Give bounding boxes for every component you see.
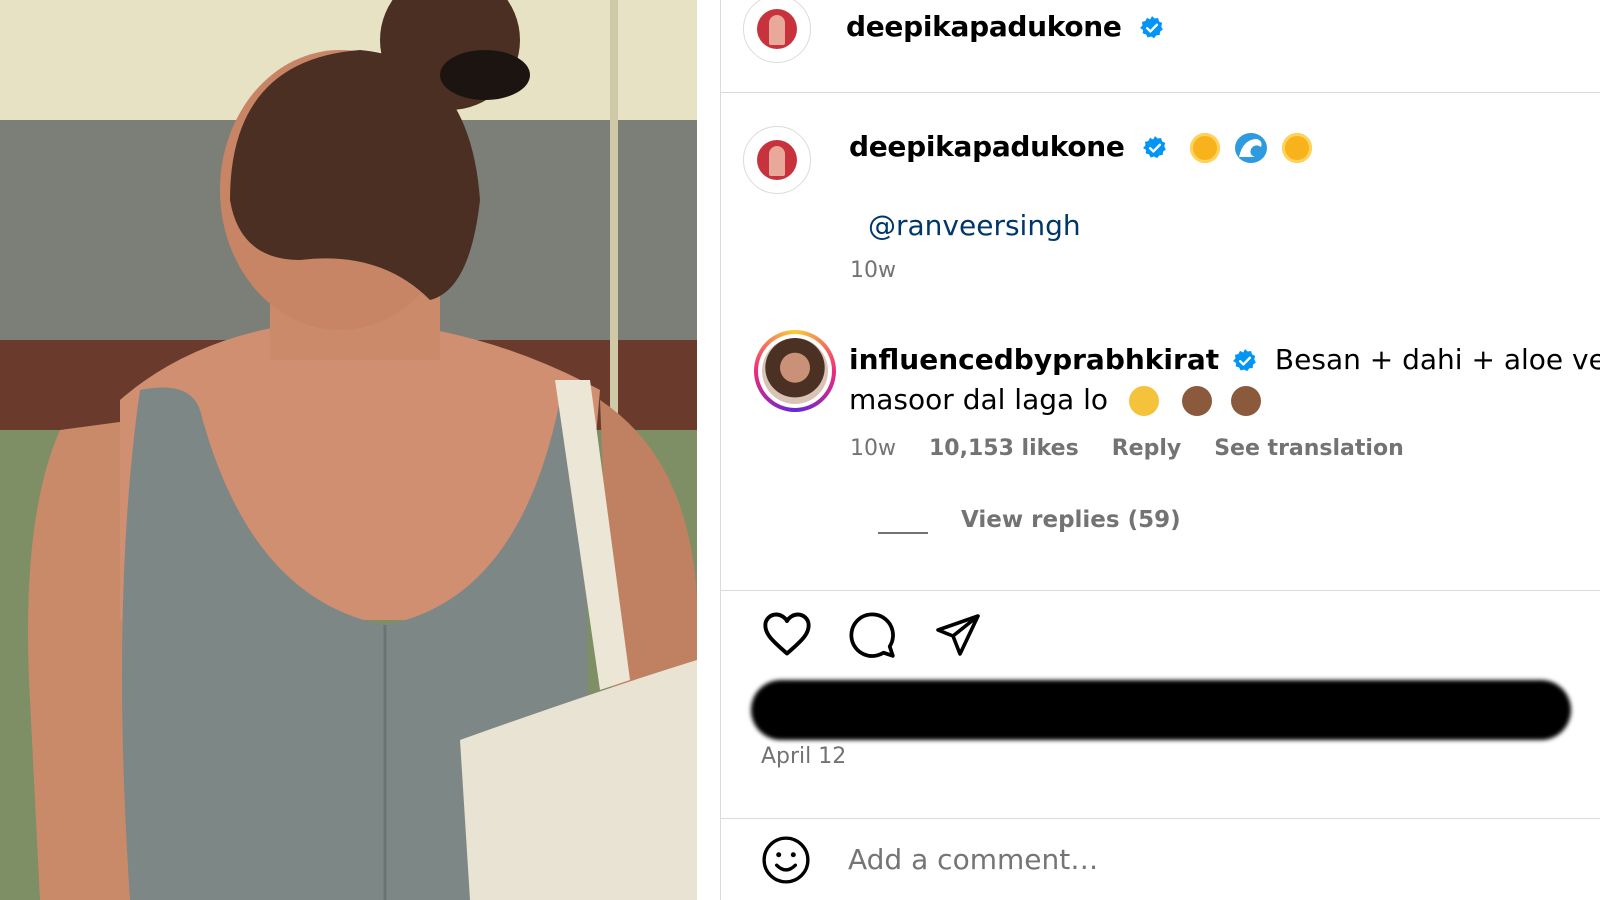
footer-divider: [721, 818, 1600, 819]
header-username-text[interactable]: deepikapadukone: [846, 10, 1122, 43]
add-comment-input[interactable]: [846, 842, 1450, 877]
comment-icon[interactable]: [847, 610, 897, 660]
post-detail-panel: deepikapadukone deepikapadukone @ranveer…: [720, 0, 1600, 900]
comment-body: influencedbyprabhkirat Besan + dahi + al…: [849, 340, 1600, 420]
caption-time-text[interactable]: 10w: [850, 258, 896, 283]
caption-avatar[interactable]: [743, 126, 811, 194]
comment-text-line2: masoor dal laga lo: [849, 383, 1108, 416]
see-translation-button[interactable]: See translation: [1214, 436, 1404, 461]
wave-emoji-icon: [1234, 133, 1267, 163]
header-divider: [721, 92, 1600, 93]
comment-likes[interactable]: 10,153 likes: [929, 436, 1079, 461]
comments-divider: [721, 590, 1600, 591]
reply-button[interactable]: Reply: [1112, 436, 1182, 461]
caption-username[interactable]: deepikapadukone: [849, 130, 1313, 163]
redacted-likes-scribble: [751, 680, 1571, 740]
verified-badge-icon: [1143, 136, 1166, 159]
view-replies-line: [878, 532, 928, 534]
comment-text-line1: Besan + dahi + aloe vera ge: [1274, 343, 1600, 376]
verified-badge-icon: [1233, 349, 1256, 372]
post-photo[interactable]: [0, 0, 697, 900]
laughing-emoji-icon: [1128, 386, 1159, 416]
post-date[interactable]: April 12: [761, 744, 846, 769]
mention-link[interactable]: @ranveersingh: [868, 209, 1081, 242]
comment-time[interactable]: 10w: [850, 436, 896, 461]
add-comment-row: [721, 820, 1600, 900]
sun-emoji-icon: [1282, 133, 1313, 163]
share-icon[interactable]: [933, 610, 983, 658]
commenter-avatar[interactable]: [754, 330, 836, 412]
commenter-username[interactable]: influencedbyprabhkirat: [849, 343, 1219, 376]
heart-icon[interactable]: [761, 610, 813, 658]
see-no-evil-monkey-emoji-icon: [1181, 386, 1212, 416]
caption-time[interactable]: 10w: [850, 258, 922, 283]
verified-badge-icon: [1140, 16, 1163, 39]
see-no-evil-monkey-emoji-icon: [1230, 386, 1261, 416]
emoji-icon[interactable]: [761, 835, 811, 885]
photo-illustration: [0, 0, 697, 900]
header-username[interactable]: deepikapadukone: [846, 10, 1165, 43]
view-replies-button[interactable]: View replies (59): [961, 507, 1181, 533]
caption-username-text[interactable]: deepikapadukone: [849, 130, 1125, 163]
comment-meta: 10w 10,153 likes Reply See translation: [850, 436, 1430, 461]
sun-emoji-icon: [1189, 133, 1220, 163]
author-avatar[interactable]: [743, 0, 811, 63]
